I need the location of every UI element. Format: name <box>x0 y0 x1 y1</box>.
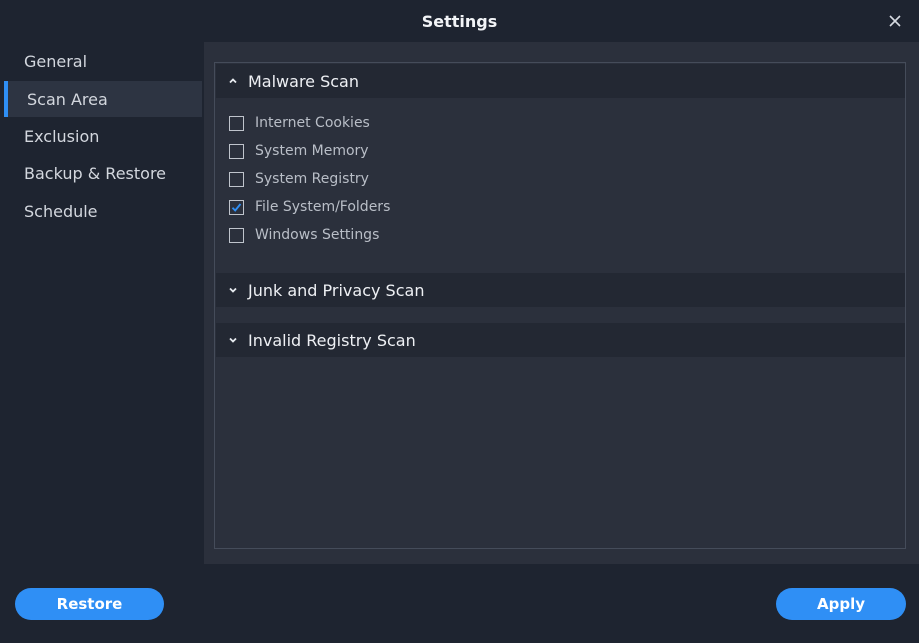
sidebar-item-label: Exclusion <box>24 126 100 146</box>
checkbox[interactable] <box>229 199 244 215</box>
sidebar-item-label: Scan Area <box>27 89 108 109</box>
sidebar: General Scan Area Exclusion Backup & Res… <box>0 42 204 564</box>
close-icon <box>889 15 901 27</box>
chevron-down-icon <box>228 335 238 345</box>
option-label: Internet Cookies <box>255 115 370 131</box>
sidebar-item-label: General <box>24 51 88 71</box>
option-internet-cookies[interactable]: Internet Cookies <box>229 109 390 137</box>
section-header-junk-privacy-scan[interactable]: Junk and Privacy Scan <box>216 273 905 307</box>
option-system-memory[interactable]: System Memory <box>229 137 390 165</box>
option-system-registry[interactable]: System Registry <box>229 165 390 193</box>
restore-button[interactable]: Restore <box>15 588 164 620</box>
active-indicator <box>4 81 8 117</box>
option-file-system-folders[interactable]: File System/Folders <box>229 193 390 221</box>
sidebar-item-label: Backup & Restore <box>24 163 167 183</box>
section-title: Malware Scan <box>248 71 359 91</box>
checkbox[interactable] <box>229 143 244 159</box>
section-title: Invalid Registry Scan <box>248 330 416 350</box>
section-title: Junk and Privacy Scan <box>248 280 425 300</box>
sidebar-item-schedule[interactable]: Schedule <box>4 193 202 229</box>
option-label: System Memory <box>255 143 369 159</box>
checkmark-icon <box>231 202 242 212</box>
malware-scan-options: Internet Cookies System Memory System Re… <box>229 109 390 249</box>
settings-window: Settings General Scan Area Exclusion Bac… <box>0 0 919 643</box>
sidebar-item-exclusion[interactable]: Exclusion <box>4 118 202 154</box>
chevron-up-icon <box>228 76 238 86</box>
section-header-malware-scan[interactable]: Malware Scan <box>216 64 905 98</box>
option-windows-settings[interactable]: Windows Settings <box>229 221 390 249</box>
scan-area-panel: Malware Scan Internet Cookies System Mem… <box>214 62 906 549</box>
title-bar: Settings <box>0 0 919 42</box>
section-header-invalid-registry-scan[interactable]: Invalid Registry Scan <box>216 323 905 357</box>
sidebar-item-backup-restore[interactable]: Backup & Restore <box>4 155 202 191</box>
option-label: System Registry <box>255 171 369 187</box>
window-title: Settings <box>421 11 498 31</box>
sidebar-item-label: Schedule <box>24 201 98 221</box>
checkbox[interactable] <box>229 115 244 131</box>
scan-area-content: Malware Scan Internet Cookies System Mem… <box>204 42 919 564</box>
checkbox[interactable] <box>229 171 244 187</box>
apply-button[interactable]: Apply <box>776 588 906 620</box>
sidebar-item-scan-area[interactable]: Scan Area <box>4 81 202 117</box>
option-label: Windows Settings <box>255 227 380 243</box>
chevron-down-icon <box>228 285 238 295</box>
option-label: File System/Folders <box>255 199 391 215</box>
sidebar-item-general[interactable]: General <box>4 43 202 79</box>
checkbox[interactable] <box>229 227 244 243</box>
close-button[interactable] <box>885 11 905 31</box>
